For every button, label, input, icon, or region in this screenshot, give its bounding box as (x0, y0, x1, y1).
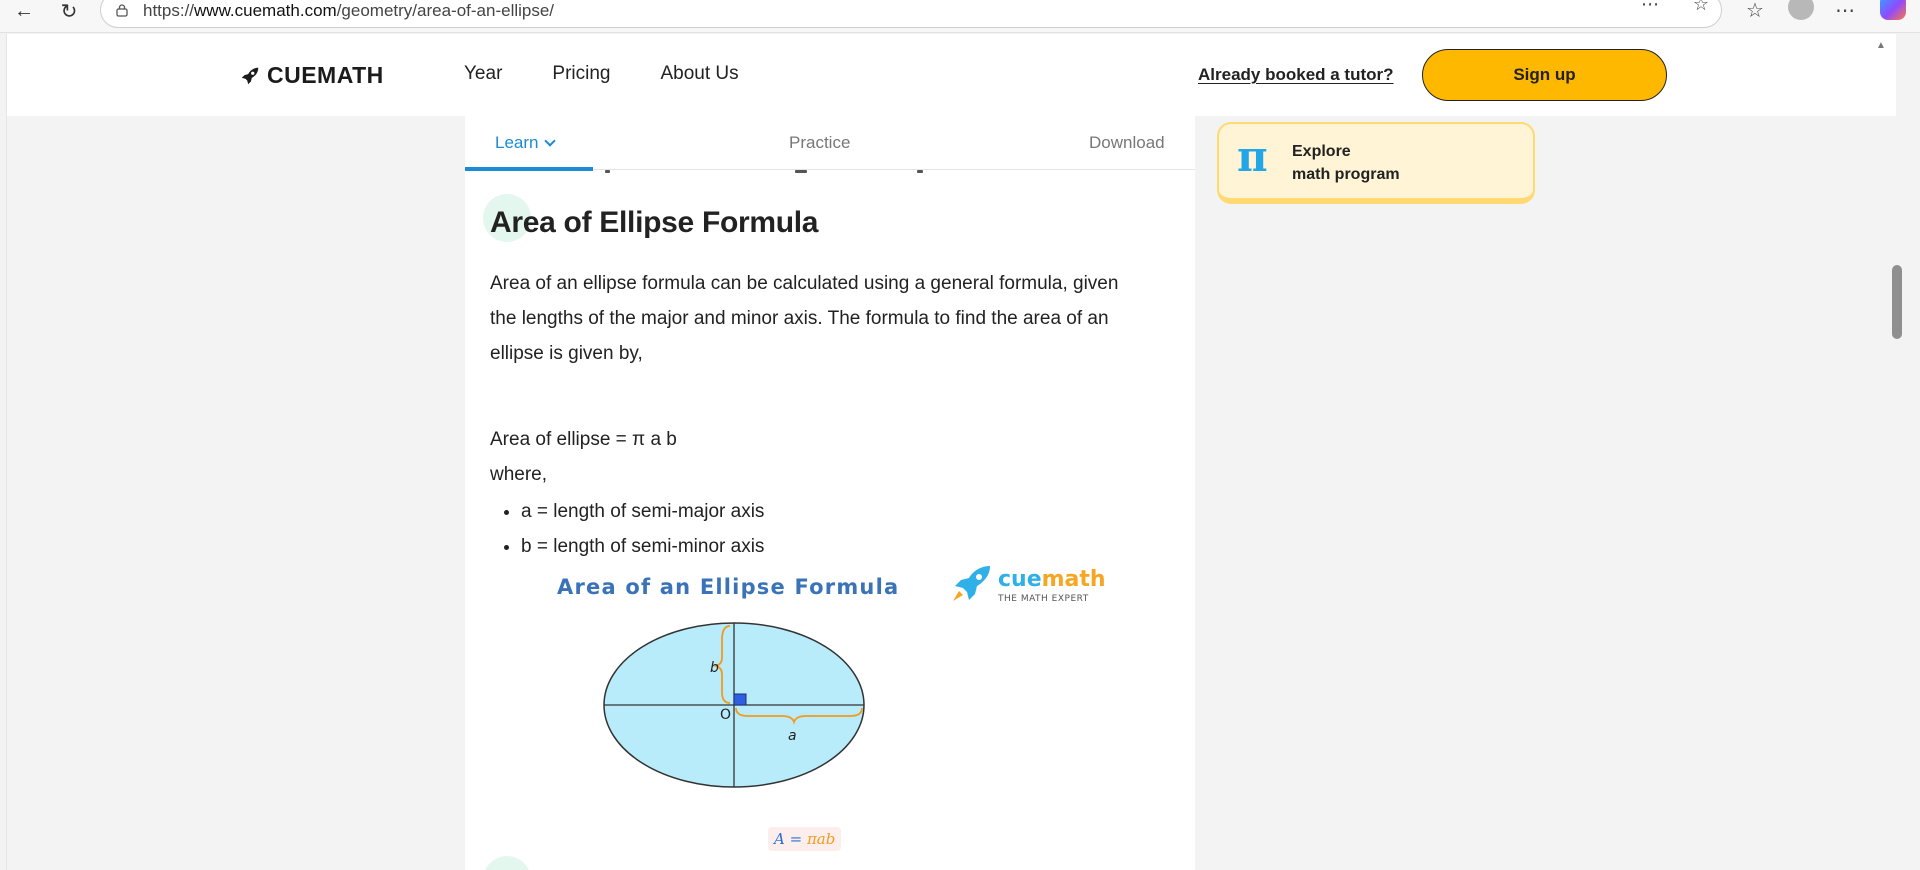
favorite-star-icon[interactable]: ☆ (1688, 0, 1714, 14)
list-item: b = length of semi-minor axis (521, 529, 764, 564)
figure-cuemath-logo: cuemath THE MATH EXPERT (948, 562, 1106, 610)
browser-toolbar: ← ↻ https://www.cuemath.com/geometry/are… (0, 0, 1920, 33)
explore-card-line2: math program (1292, 166, 1400, 183)
formula-block: Area of ellipse = π a b where, (490, 422, 677, 492)
list-item: a = length of semi-major axis (521, 494, 764, 529)
already-booked-link[interactable]: Already booked a tutor? (1198, 65, 1394, 85)
url-text[interactable]: https://www.cuemath.com/geometry/area-of… (143, 1, 554, 21)
tab-learn-label: Learn (495, 133, 539, 152)
section-title: Area of Ellipse Formula (490, 206, 819, 239)
chevron-down-icon (544, 135, 557, 147)
tab-download[interactable]: Download (1089, 133, 1165, 153)
lock-icon[interactable] (115, 3, 129, 17)
label-b: b (710, 660, 719, 676)
cuemath-logo[interactable]: CUEMATH (239, 62, 384, 89)
site-header: CUEMATH Year Pricing About Us Already bo… (7, 34, 1896, 116)
refresh-icon[interactable]: ↻ (55, 0, 83, 23)
page-scrollbar-thumb[interactable] (1892, 265, 1902, 339)
page-viewport: CUEMATH Year Pricing About Us Already bo… (6, 34, 1896, 870)
figure-title: Area of an Ellipse Formula (557, 575, 900, 599)
figure-logo-tagline: THE MATH EXPERT (998, 594, 1089, 604)
label-origin: O (720, 707, 731, 723)
explore-card-line1: Explore (1292, 143, 1351, 160)
rocket-icon (241, 67, 259, 84)
figure-logo-word: cuemath (998, 567, 1106, 592)
nav-about-us[interactable]: About Us (660, 63, 738, 85)
read-aloud-icon[interactable]: ⋯ (1637, 0, 1663, 14)
back-arrow-icon[interactable]: ← (10, 0, 38, 22)
intro-paragraph: Area of an ellipse formula can be calcul… (490, 273, 1119, 364)
copilot-icon[interactable] (1880, 0, 1906, 20)
where-text: where, (490, 464, 548, 485)
tab-practice[interactable]: Practice (789, 133, 850, 153)
figure-formula: A = πab (768, 827, 842, 851)
pi-icon: π (1237, 132, 1268, 181)
sign-up-button[interactable]: Sign up (1422, 49, 1667, 101)
logo-text: CUEMATH (267, 62, 384, 88)
tab-learn[interactable]: Learn (495, 133, 557, 153)
explore-math-program-card[interactable]: π Explore math program (1217, 122, 1535, 204)
definition-list: a = length of semi-major axis b = length… (521, 494, 764, 564)
explore-card-text: Explore math program (1292, 140, 1400, 186)
ellipse-diagram: b a O Area of an Ellipse Formula cuemath… (520, 562, 1120, 852)
area-formula-text: Area of ellipse = π a b (490, 429, 677, 450)
profile-icon[interactable] (1788, 0, 1814, 20)
article-column: Learn Practice Download Area of Ellipse … (465, 116, 1195, 870)
label-a: a (788, 728, 797, 744)
decorative-circle (483, 856, 531, 870)
main-nav: Year Pricing About Us (464, 63, 789, 85)
cut-off-text-line (605, 170, 925, 174)
right-angle-marker (733, 693, 747, 706)
favorites-icon[interactable]: ☆ (1740, 0, 1770, 22)
rocket-icon (953, 566, 990, 601)
content-tabs: Learn Practice Download (465, 116, 1195, 171)
active-tab-indicator (465, 167, 593, 171)
more-icon[interactable]: ⋯ (1830, 0, 1860, 22)
nav-pricing[interactable]: Pricing (552, 63, 610, 85)
nav-year[interactable]: Year (464, 63, 502, 85)
scroll-up-arrow-icon[interactable]: ▲ (1876, 40, 1886, 51)
address-bar[interactable]: https://www.cuemath.com/geometry/area-of… (100, 0, 1722, 28)
